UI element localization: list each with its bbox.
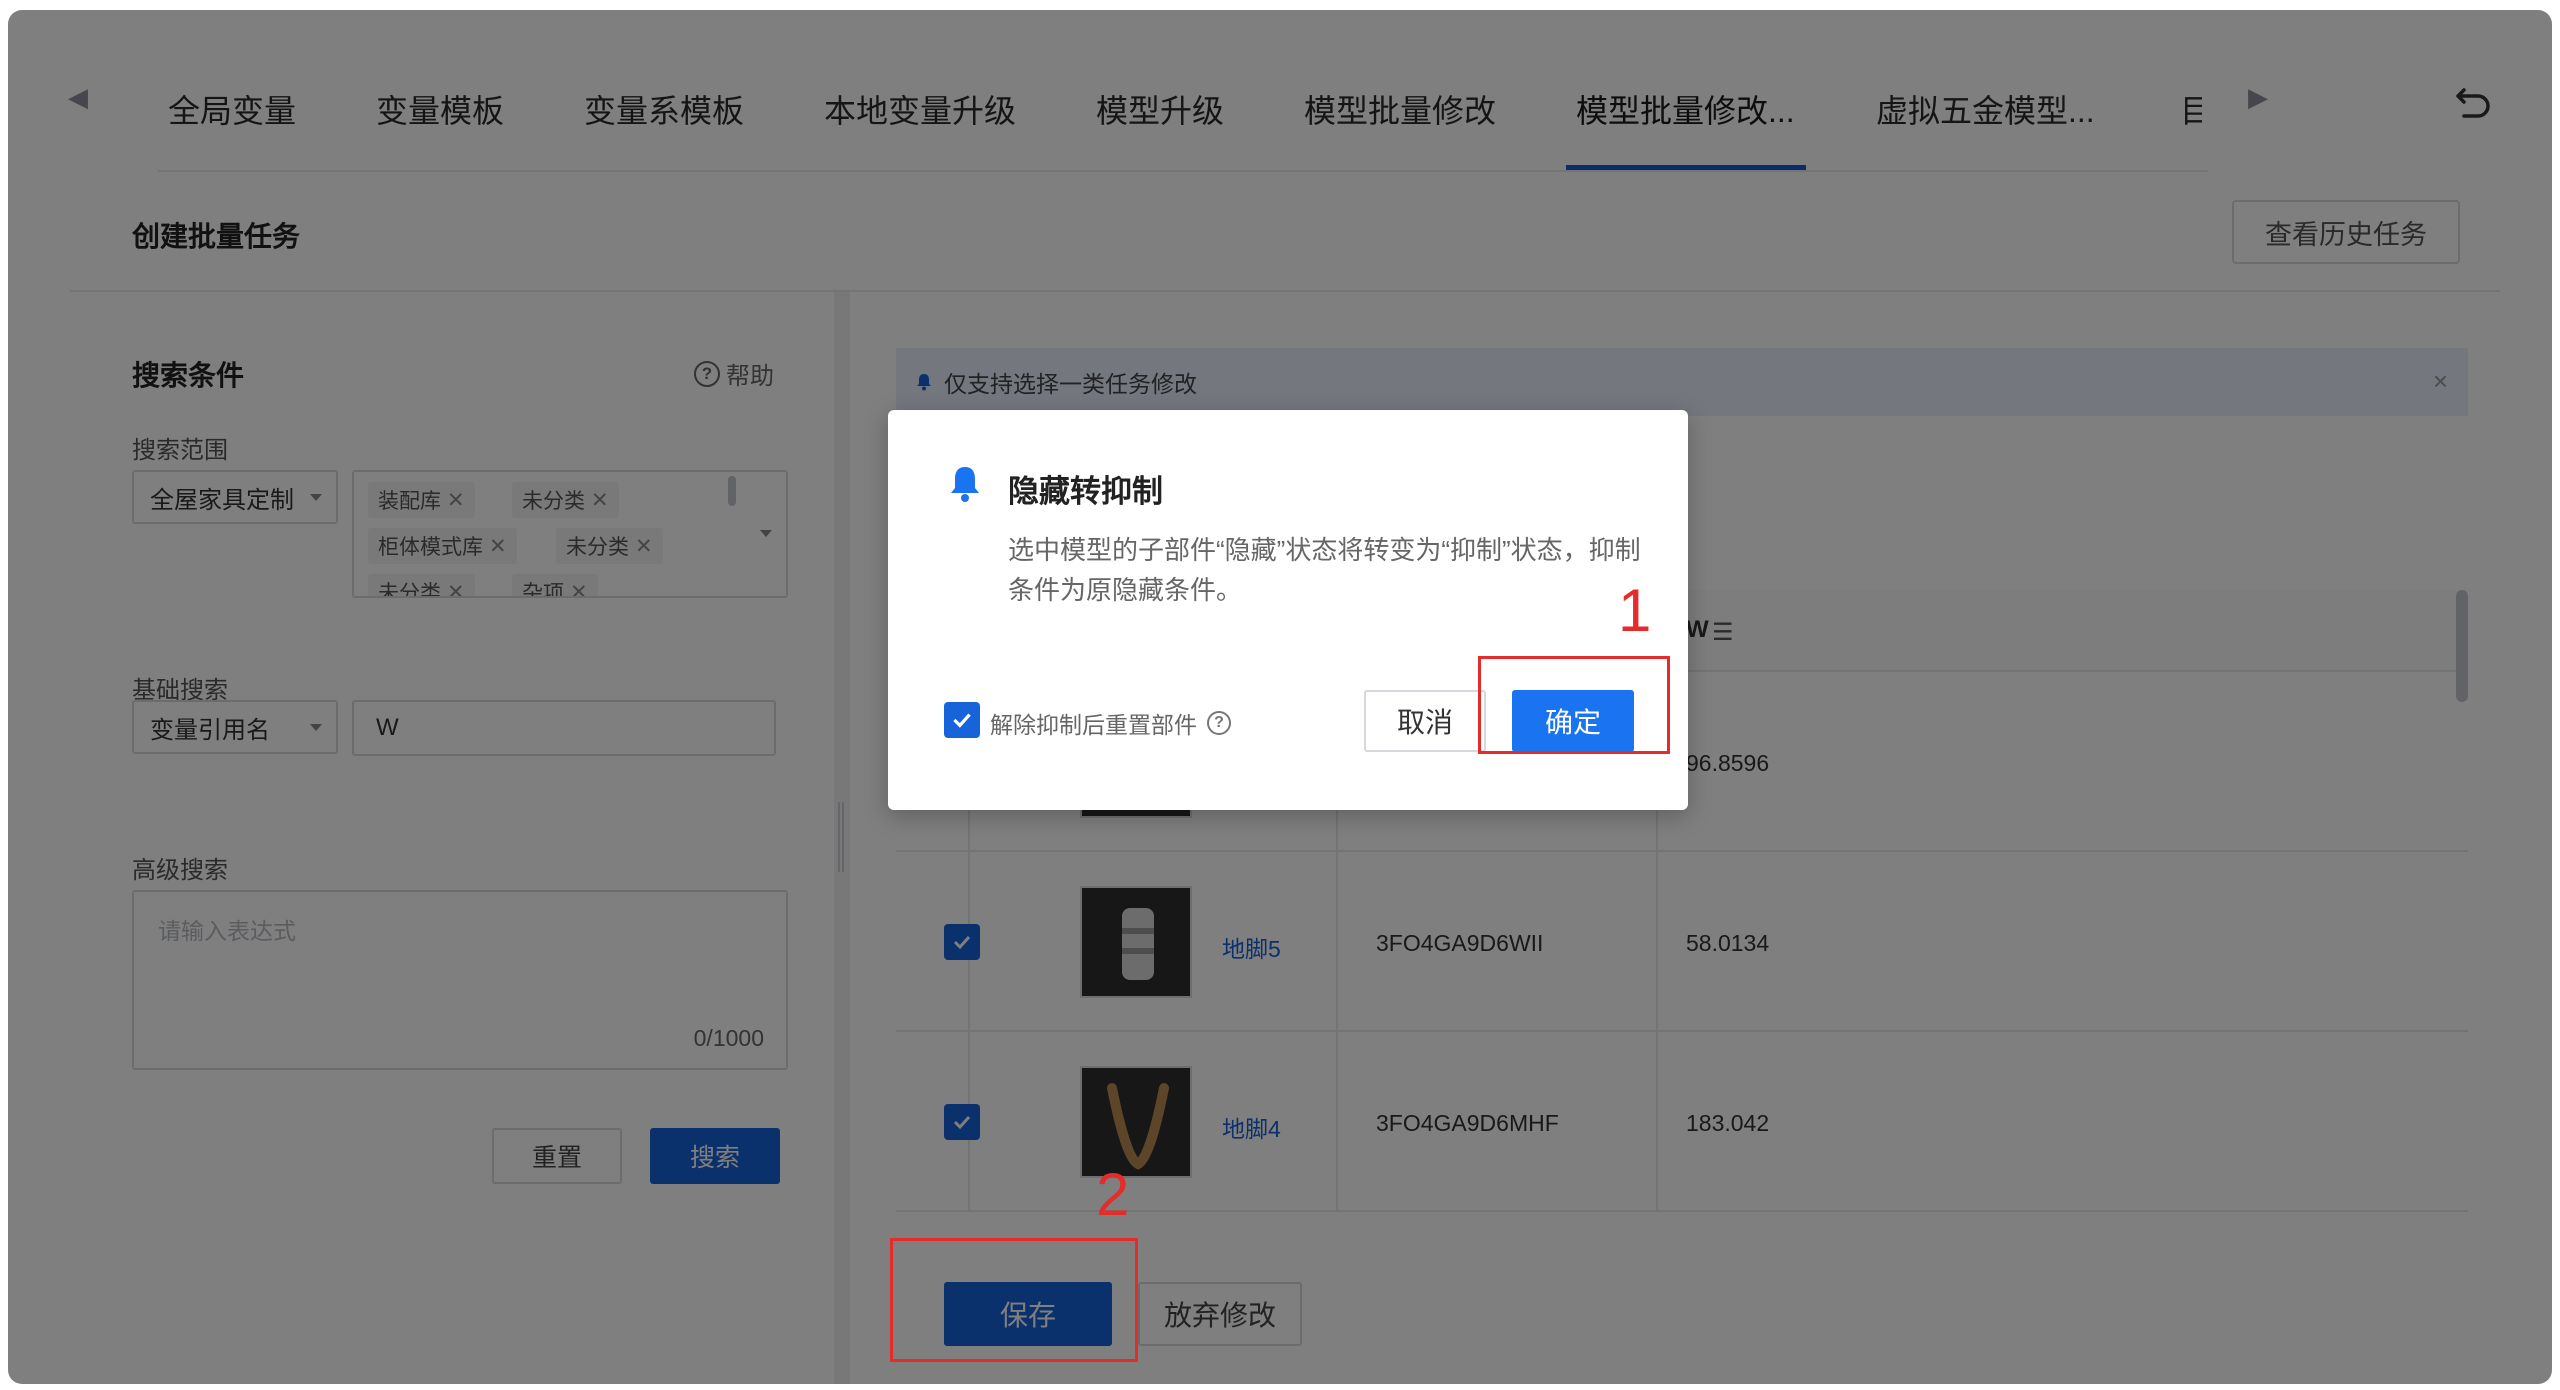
reset-parts-label: 解除抑制后重置部件 ? bbox=[990, 706, 1231, 740]
annotation-marker-1: 1 bbox=[1618, 577, 1652, 644]
cancel-button[interactable]: 取消 bbox=[1364, 690, 1486, 752]
dialog-title: 隐藏转抑制 bbox=[1008, 474, 1163, 509]
reset-parts-checkbox[interactable] bbox=[944, 702, 980, 738]
help-icon[interactable]: ? bbox=[1207, 711, 1231, 735]
annotation-marker-2: 2 bbox=[1096, 1161, 1130, 1228]
app-window: ◀ 全局变量 变量模板 变量系模板 本地变量升级 模型升级 模型批量修改 模型批… bbox=[8, 10, 2552, 1384]
annotation-box-2 bbox=[890, 1238, 1138, 1362]
annotation-box-1 bbox=[1478, 656, 1670, 754]
bell-icon bbox=[951, 467, 979, 502]
dialog-description: 选中模型的子部件“隐藏”状态将转变为“抑制”状态，抑制条件为原隐藏条件。 bbox=[1008, 535, 1641, 605]
